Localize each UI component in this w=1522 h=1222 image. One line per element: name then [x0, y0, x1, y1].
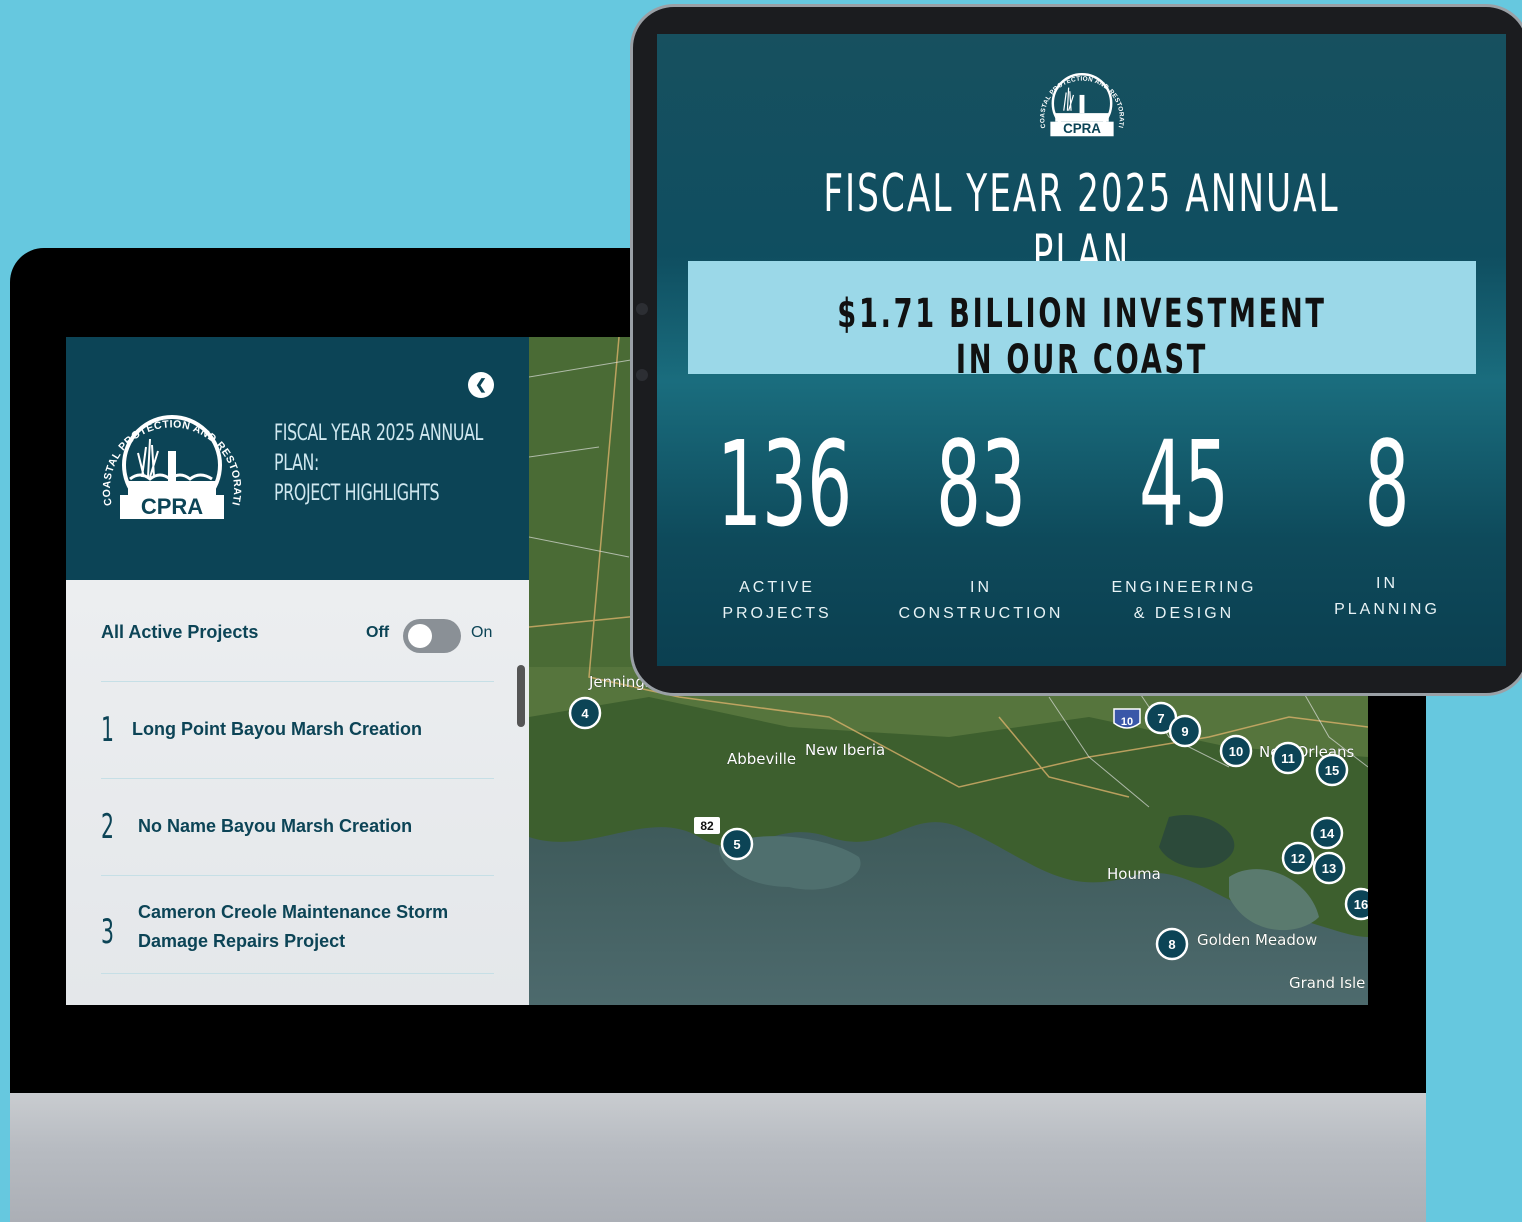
sidebar-body: All Active Projects Off On 1 Long Point … — [66, 580, 529, 1005]
svg-text:CPRA: CPRA — [1063, 121, 1101, 136]
svg-text:7: 7 — [1157, 711, 1164, 726]
map-label-houma: Houma — [1107, 865, 1161, 883]
collapse-sidebar-button[interactable]: ❮ — [468, 372, 494, 398]
cpra-logo: COASTAL PROTECTION AND RESTORATION AUTHO… — [1037, 60, 1124, 137]
svg-text:9: 9 — [1181, 724, 1188, 739]
sidebar-title-line: PROJECT HIGHLIGHTS — [274, 481, 440, 506]
map-marker-8[interactable]: 8 — [1155, 927, 1189, 961]
stat-value: 136 — [717, 415, 853, 553]
toggle-label: All Active Projects — [101, 622, 259, 642]
project-name: Cameron Creole Maintenance Storm — [138, 902, 449, 922]
project-sidebar: COASTAL PROTECTION AND RESTORATION AUTHO… — [66, 337, 529, 1005]
sidebar-title-line: PLAN: — [274, 451, 319, 476]
map-marker-4[interactable]: 4 — [568, 696, 602, 730]
svg-text:10: 10 — [1121, 716, 1133, 728]
project-number: 3 — [101, 912, 114, 952]
map-label-new-iberia: New Iberia — [805, 741, 885, 759]
map-marker-14[interactable]: 14 — [1310, 816, 1344, 850]
divider — [101, 973, 494, 974]
svg-text:4: 4 — [581, 706, 589, 721]
svg-text:82: 82 — [700, 819, 714, 833]
map-marker-9[interactable]: 9 — [1168, 714, 1202, 748]
stat-value: 8 — [1364, 415, 1410, 553]
divider — [101, 875, 494, 876]
stat-label: CONSTRUCTION — [898, 605, 1064, 622]
map-label-golden-meadow: Golden Meadow — [1197, 931, 1317, 949]
project-item-1[interactable]: 1 Long Point Bayou Marsh Creation — [101, 708, 496, 768]
route-shield-82: 82 — [694, 817, 720, 834]
map-marker-10[interactable]: 10 — [1219, 734, 1253, 768]
project-number: 1 — [101, 710, 114, 750]
project-number: 2 — [101, 807, 114, 847]
all-active-projects-toggle-row: All Active Projects Off On — [101, 618, 496, 654]
investment-banner: $1.71 BILLION INVESTMENT IN OUR COAST — [688, 261, 1476, 383]
tablet-screen: COASTAL PROTECTION AND RESTORATION AUTHO… — [657, 34, 1506, 666]
svg-text:8: 8 — [1168, 937, 1175, 952]
toggle-on-label: On — [471, 624, 493, 641]
stat-label: IN — [1376, 575, 1398, 592]
stat-in-planning: 8 IN PLANNING — [1287, 415, 1487, 618]
stat-label: & DESIGN — [1133, 605, 1235, 622]
svg-text:CPRA: CPRA — [141, 494, 203, 519]
sidebar-title: FISCAL YEAR 2025 ANNUAL PLAN: PROJECT HI… — [274, 419, 484, 509]
map-marker-12[interactable]: 12 — [1281, 841, 1315, 875]
stat-engineering-design: 45 ENGINEERING & DESIGN — [1084, 415, 1284, 622]
stat-label: PLANNING — [1334, 601, 1440, 618]
toggle-knob — [408, 624, 432, 648]
map-marker-5[interactable]: 5 — [720, 827, 754, 861]
svg-text:11: 11 — [1281, 751, 1295, 766]
map-marker-15[interactable]: 15 — [1315, 753, 1349, 787]
stat-label: ENGINEERING — [1111, 579, 1257, 596]
map-marker-16[interactable]: 16 — [1344, 887, 1368, 921]
project-item-3[interactable]: 3 Cameron Creole Maintenance Storm Damag… — [101, 898, 496, 974]
monitor-chin — [10, 1093, 1426, 1222]
map-marker-13[interactable]: 13 — [1312, 851, 1346, 885]
svg-text:14: 14 — [1320, 826, 1335, 841]
divider — [101, 778, 494, 779]
stat-value: 83 — [935, 415, 1027, 553]
svg-text:12: 12 — [1291, 851, 1305, 866]
tablet-sensor — [636, 369, 648, 381]
all-active-projects-toggle[interactable] — [403, 619, 461, 653]
map-label-grand-isle: Grand Isle — [1289, 974, 1365, 992]
project-name: No Name Bayou Marsh Creation — [138, 816, 413, 836]
stat-label: ACTIVE — [739, 579, 815, 596]
stat-value: 45 — [1138, 415, 1230, 553]
project-item-2[interactable]: 2 No Name Bayou Marsh Creation — [101, 805, 496, 865]
stat-label: IN — [970, 579, 992, 596]
divider — [101, 681, 494, 682]
project-name: Long Point Bayou Marsh Creation — [132, 719, 423, 739]
svg-text:5: 5 — [733, 837, 740, 852]
svg-text:13: 13 — [1322, 861, 1336, 876]
tablet-camera — [636, 303, 648, 315]
sidebar-scrollbar[interactable] — [517, 665, 525, 727]
map-marker-11[interactable]: 11 — [1271, 741, 1305, 775]
sidebar-title-line: FISCAL YEAR 2025 ANNUAL — [274, 421, 484, 446]
sidebar-header: COASTAL PROTECTION AND RESTORATION AUTHO… — [66, 337, 529, 580]
map-label-abbeville: Abbeville — [727, 750, 796, 768]
stat-label: PROJECTS — [722, 605, 832, 622]
stat-in-construction: 83 IN CONSTRUCTION — [881, 415, 1081, 622]
chevron-left-icon: ❮ — [475, 376, 487, 392]
investment-banner-text: $1.71 BILLION INVESTMENT IN OUR COAST — [837, 291, 1327, 383]
interstate-10-shield: 10 — [1113, 708, 1141, 729]
toggle-off-label: Off — [366, 624, 390, 641]
project-name: Damage Repairs Project — [138, 931, 346, 951]
cpra-logo: COASTAL PROTECTION AND RESTORATION AUTHO… — [98, 395, 243, 519]
svg-text:10: 10 — [1229, 744, 1243, 759]
svg-text:16: 16 — [1354, 897, 1368, 912]
svg-text:15: 15 — [1325, 763, 1339, 778]
stat-active-projects: 136 ACTIVE PROJECTS — [677, 415, 877, 622]
